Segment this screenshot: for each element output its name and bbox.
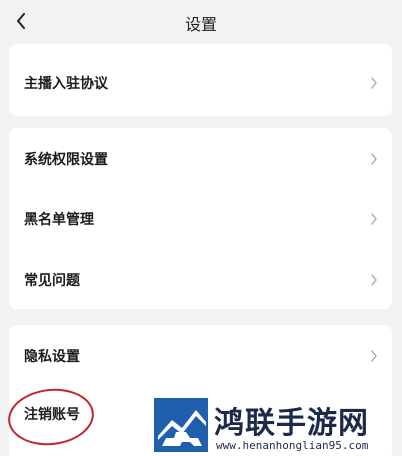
settings-item-blacklist[interactable]: 黑名单管理 — [9, 190, 392, 248]
watermark-url: www.henanhonglian95.com — [216, 439, 369, 452]
settings-item-privacy[interactable]: 隐私设置 — [9, 327, 392, 385]
chevron-right-icon — [371, 213, 377, 225]
chevron-right-icon — [371, 274, 377, 286]
settings-item-label: 系统权限设置 — [24, 152, 108, 168]
chevron-right-icon — [371, 153, 377, 165]
settings-item-streamer-agreement[interactable]: 主播入驻协议 — [9, 54, 392, 112]
settings-card-general: 系统权限设置 黑名单管理 常见问题 — [9, 128, 392, 309]
settings-item-system-permissions[interactable]: 系统权限设置 — [9, 130, 392, 188]
settings-item-label: 隐私设置 — [24, 349, 80, 365]
settings-card-agreement: 主播入驻协议 — [9, 44, 392, 116]
chevron-right-icon — [371, 350, 377, 362]
settings-item-faq[interactable]: 常见问题 — [9, 251, 392, 309]
chevron-right-icon — [371, 77, 377, 89]
page-title: 设置 — [184, 15, 217, 34]
top-nav-bar: 设置 — [0, 0, 402, 42]
watermark-logo-icon — [154, 398, 208, 452]
settings-item-label: 常见问题 — [24, 273, 80, 289]
settings-item-label: 黑名单管理 — [24, 212, 94, 228]
watermark-title: 鸿联手游网 — [214, 406, 369, 441]
site-watermark: 鸿联手游网 www.henanhonglian95.com — [152, 396, 398, 454]
settings-item-label: 主播入驻协议 — [24, 76, 108, 92]
